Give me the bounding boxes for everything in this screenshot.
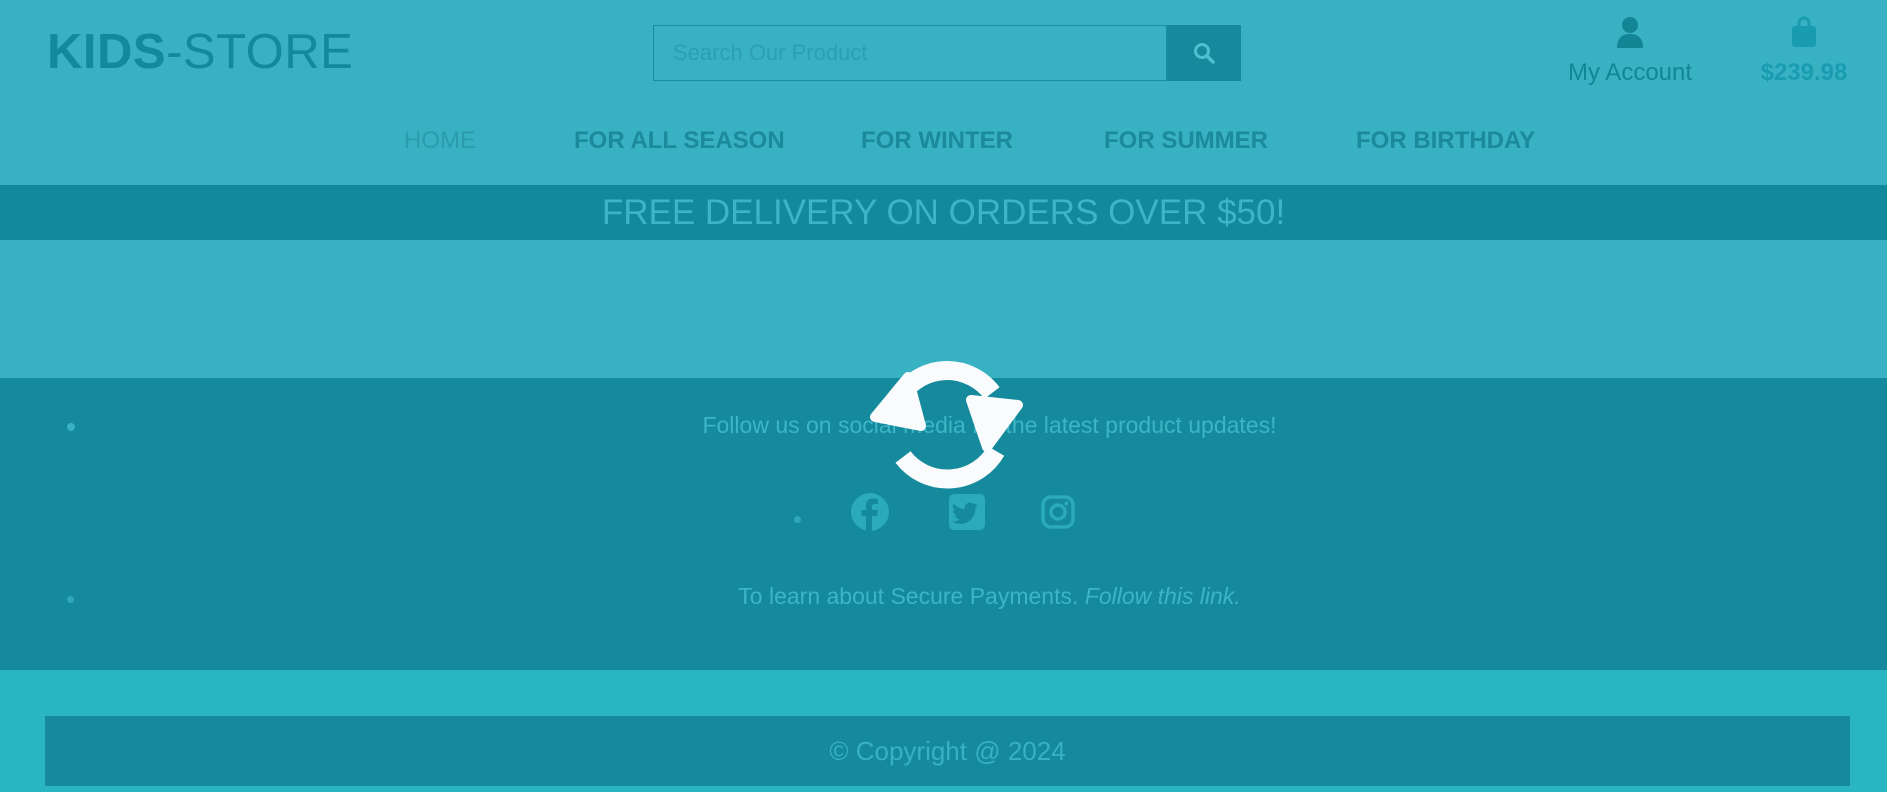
search-icon <box>1194 43 1215 64</box>
nav-item-summer[interactable]: FOR SUMMER <box>1104 127 1268 155</box>
logo-rest: -STORE <box>166 25 354 79</box>
instagram-icon[interactable] <box>1040 494 1076 530</box>
twitter-icon[interactable] <box>949 494 985 530</box>
nav-item-home[interactable]: HOME <box>404 127 476 155</box>
secure-payments-text: To learn about Secure Payments. Follow t… <box>0 583 1887 610</box>
facebook-icon[interactable] <box>850 492 890 532</box>
list-bullet <box>794 516 801 523</box>
social-icons <box>850 490 1080 534</box>
delivery-banner-text: FREE DELIVERY ON ORDERS OVER $50! <box>601 192 1286 232</box>
logo-bold: KIDS <box>47 25 167 79</box>
cart-total: $239.98 <box>1760 59 1848 86</box>
nav-item-winter[interactable]: FOR WINTER <box>861 127 1013 155</box>
site-logo[interactable]: KIDS-STORE <box>47 24 353 80</box>
secure-payments-link[interactable]: Follow this link. <box>1085 583 1241 609</box>
nav-item-all-season[interactable]: FOR ALL SEASON <box>574 127 785 155</box>
footer: © Copyright @ 2024 <box>45 716 1850 786</box>
main-nav: HOME FOR ALL SEASON FOR WINTER FOR SUMME… <box>0 127 1887 161</box>
my-account-label: My Account <box>1567 59 1693 86</box>
my-account-link[interactable]: My Account <box>1560 16 1700 87</box>
delivery-banner: FREE DELIVERY ON ORDERS OVER $50! <box>0 185 1887 240</box>
refresh-icon <box>870 361 1023 489</box>
search-button[interactable] <box>1167 25 1241 81</box>
secure-payments-label: To learn about Secure Payments. <box>738 583 1079 609</box>
copyright-text: © Copyright @ 2024 <box>829 735 1066 766</box>
search-input[interactable] <box>653 25 1167 81</box>
shopping-bag-icon <box>1792 16 1816 47</box>
user-icon <box>1617 17 1643 48</box>
nav-item-birthday[interactable]: FOR BIRTHDAY <box>1356 127 1535 155</box>
search-form <box>653 25 1241 81</box>
site-header: KIDS-STORE My Account $239.98 HOME FOR A… <box>0 0 1887 185</box>
cart-link[interactable]: $239.98 <box>1748 16 1860 87</box>
